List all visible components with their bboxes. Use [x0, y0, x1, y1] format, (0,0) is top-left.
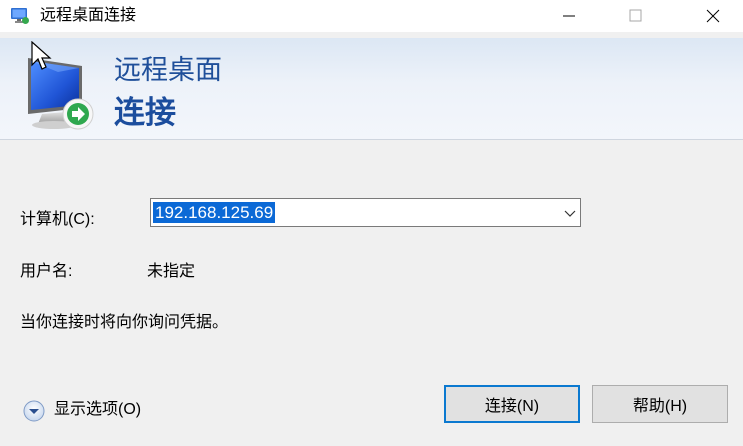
title-bar: 远程桌面连接 [0, 0, 743, 32]
help-button-label: 帮助(H) [632, 398, 688, 415]
connect-button[interactable]: 连接(N) [444, 385, 580, 423]
computer-combobox[interactable]: 192.168.125.69 [150, 198, 581, 227]
chevron-down-icon[interactable] [563, 207, 577, 219]
connect-button-label: 连接(N) [484, 398, 540, 415]
computer-label: 计算机(C): [20, 211, 95, 228]
banner: 远程桌面 连接 [0, 38, 743, 140]
credentials-info-text: 当你连接时将向你询问凭据。 [20, 314, 229, 331]
help-button[interactable]: 帮助(H) [592, 385, 728, 423]
computer-input[interactable]: 192.168.125.69 [153, 202, 276, 223]
minimize-icon [563, 15, 575, 17]
username-label: 用户名: [20, 263, 73, 280]
close-button[interactable] [689, 0, 735, 32]
close-icon [706, 9, 720, 23]
minimize-button[interactable] [546, 0, 592, 32]
mouse-cursor-icon [31, 41, 52, 70]
show-options-label: 显示选项(O) [54, 401, 142, 418]
banner-title-connection: 连接 [114, 95, 176, 130]
remote-desktop-app-icon [11, 8, 29, 24]
window-title: 远程桌面连接 [40, 7, 137, 24]
maximize-icon [629, 9, 642, 22]
banner-title-remote-desktop: 远程桌面 [114, 55, 222, 85]
expand-circle-down-icon [23, 400, 45, 422]
show-options-toggle[interactable]: 显示选项(O) [22, 397, 162, 422]
maximize-button[interactable] [612, 0, 658, 32]
username-value: 未指定 [147, 263, 196, 280]
